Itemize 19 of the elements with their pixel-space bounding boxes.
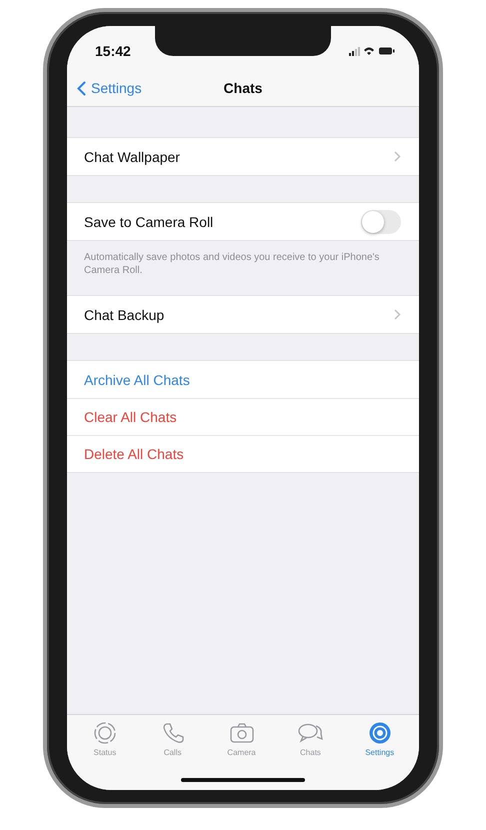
toggle-switch[interactable] [361,210,401,234]
back-button[interactable]: Settings [67,80,142,96]
tab-item[interactable]: Settings [361,719,398,759]
settings-icon [366,721,393,745]
tab-item[interactable]: Status [88,719,122,759]
tab-item[interactable]: Calls [156,719,190,759]
section-footer: Automatically save photos and videos you receive to your iPhone's Camera Roll. [67,241,419,295]
chevron-left-icon [77,80,86,96]
chevron-right-icon [394,309,401,320]
nav-title: Chats [224,80,262,96]
row-label: Save to Camera Roll [84,214,214,230]
tab-item[interactable]: Chats [293,719,328,759]
status-time: 15:42 [95,43,131,59]
speech-bubbles-icon [297,721,324,745]
ring-icon [92,721,118,745]
status-icons [349,46,395,56]
camera-icon [228,721,255,745]
tab-item[interactable]: Camera [223,719,260,759]
chevron-right-icon [394,151,401,162]
